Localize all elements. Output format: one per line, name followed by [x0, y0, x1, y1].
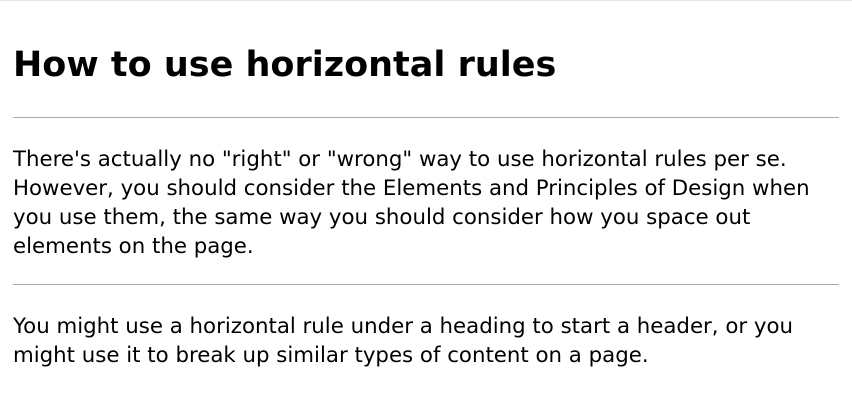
viewport-top-edge — [0, 0, 852, 1]
page-title: How to use horizontal rules — [13, 45, 557, 85]
paragraph-intro: There's actually no "right" or "wrong" w… — [13, 147, 810, 259]
horizontal-rule-between-paragraphs — [13, 284, 839, 285]
paragraph-usage: You might use a horizontal rule under a … — [13, 314, 794, 368]
horizontal-rule-under-title — [13, 117, 839, 118]
